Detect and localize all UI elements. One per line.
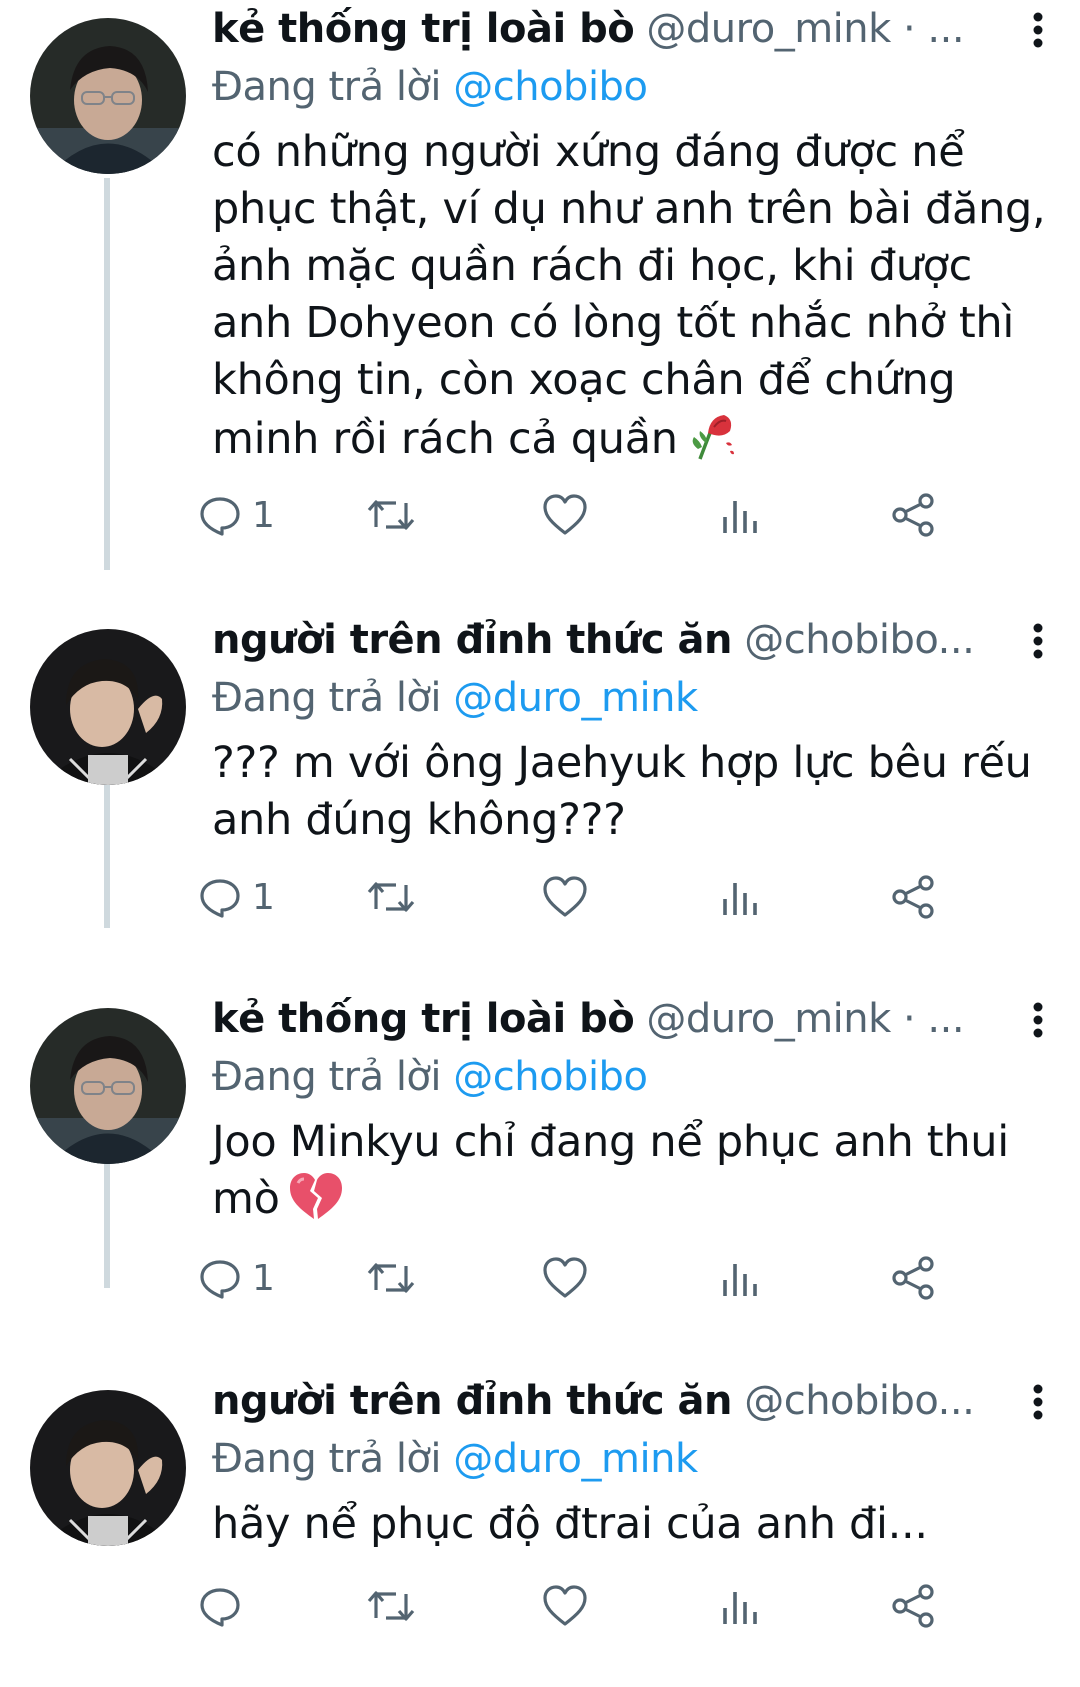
replying-to-label: Đang trả lời (212, 1054, 454, 1100)
reply-icon (200, 1260, 240, 1299)
avatar[interactable] (30, 629, 186, 785)
display-name[interactable]: người trên đỉnh thức ăn (212, 617, 732, 663)
reply-icon (200, 497, 240, 536)
tweet[interactable]: kẻ thống trị loài bò @duro_mink · ... Đa… (0, 0, 1080, 585)
views-icon (723, 501, 757, 533)
views-button[interactable] (720, 869, 760, 925)
tweet-actions (200, 1578, 1012, 1634)
user-handle[interactable]: @chobibo... (744, 617, 975, 663)
views-icon (723, 1592, 757, 1624)
replying-to-label: Đang trả lời (212, 675, 454, 721)
views-button[interactable] (720, 1250, 760, 1306)
retweet-icon (367, 882, 415, 912)
views-icon (723, 1264, 757, 1296)
avatar[interactable] (30, 18, 186, 174)
retweet-button[interactable] (366, 1578, 416, 1634)
retweet-button[interactable] (366, 869, 416, 925)
reply-button[interactable] (198, 1578, 252, 1634)
tweet-text-content: có những người xứng đáng được nể phục th… (212, 127, 1046, 464)
replying-to-handle[interactable]: @duro_mink (453, 675, 698, 721)
replying-to-handle[interactable]: @duro_mink (453, 1436, 698, 1482)
tweet[interactable]: người trên đỉnh thức ăn @chobibo... Đang… (0, 1372, 1080, 1687)
retweet-icon (367, 1591, 415, 1621)
more-options-icon[interactable] (1018, 10, 1058, 50)
share-icon (892, 493, 934, 537)
display-name[interactable]: kẻ thống trị loài bò (212, 6, 635, 52)
broken-heart-icon (288, 1171, 344, 1236)
reply-button[interactable]: 1 (198, 487, 275, 543)
retweet-button[interactable] (366, 487, 416, 543)
replying-to: Đang trả lời @chobibo (212, 58, 1052, 116)
reply-button[interactable]: 1 (198, 869, 275, 925)
display-name[interactable]: kẻ thống trị loài bò (212, 996, 635, 1042)
replying-to: Đang trả lời @duro_mink (212, 1430, 1052, 1488)
share-icon (892, 875, 934, 919)
reply-thread: kẻ thống trị loài bò @duro_mink · ... Đa… (0, 0, 1080, 1687)
tweet[interactable]: người trên đỉnh thức ăn @chobibo... Đang… (0, 611, 1080, 949)
like-icon (543, 876, 587, 917)
more-options-icon[interactable] (1018, 1382, 1058, 1422)
share-button[interactable] (890, 487, 936, 543)
replying-to: Đang trả lời @chobibo (212, 1048, 1052, 1106)
reply-count: 1 (252, 494, 275, 536)
like-icon (543, 1257, 587, 1298)
reply-icon (200, 879, 240, 918)
share-button[interactable] (890, 1250, 936, 1306)
tweet-text: ??? m với ông Jaehyuk hợp lực bêu rếu an… (212, 735, 1052, 849)
tweet-text-content: hãy nể phục độ đtrai của anh đi... (212, 1499, 928, 1549)
reply-button[interactable]: 1 (198, 1250, 275, 1306)
user-handle[interactable]: @chobibo... (744, 1378, 975, 1424)
retweet-icon (367, 500, 415, 530)
avatar[interactable] (30, 1390, 186, 1546)
share-button[interactable] (890, 1578, 936, 1634)
wilted-rose-icon (686, 409, 738, 476)
replying-to: Đang trả lời @duro_mink (212, 669, 1052, 727)
share-icon (892, 1584, 934, 1628)
tweet-actions: 1 (200, 1250, 1012, 1306)
avatar[interactable] (30, 1008, 186, 1164)
tweet-actions: 1 (200, 487, 1012, 543)
like-button[interactable] (542, 487, 588, 543)
retweet-button[interactable] (366, 1250, 416, 1306)
more-options-icon[interactable] (1018, 621, 1058, 661)
share-button[interactable] (890, 869, 936, 925)
like-icon (543, 1585, 587, 1626)
user-handle[interactable]: @duro_mink · ... (646, 6, 964, 52)
reply-count: 1 (252, 876, 275, 918)
replying-to-handle[interactable]: @chobibo (453, 64, 648, 110)
views-icon (723, 883, 757, 915)
like-button[interactable] (542, 1250, 588, 1306)
retweet-icon (367, 1263, 415, 1293)
like-button[interactable] (542, 1578, 588, 1634)
share-icon (892, 1256, 934, 1300)
tweet-text-content: ??? m với ông Jaehyuk hợp lực bêu rếu an… (212, 738, 1032, 845)
views-button[interactable] (720, 487, 760, 543)
more-options-icon[interactable] (1018, 1000, 1058, 1040)
replying-to-label: Đang trả lời (212, 64, 454, 110)
like-button[interactable] (542, 869, 588, 925)
views-button[interactable] (720, 1578, 760, 1634)
tweet-text: hãy nể phục độ đtrai của anh đi... (212, 1496, 1052, 1553)
replying-to-label: Đang trả lời (212, 1436, 454, 1482)
tweet-actions: 1 (200, 869, 1012, 925)
user-handle[interactable]: @duro_mink · ... (646, 996, 964, 1042)
tweet-text: Joo Minkyu chỉ đang nể phục anh thui mò (212, 1114, 1052, 1236)
tweet-text: có những người xứng đáng được nể phục th… (212, 124, 1052, 476)
tweet[interactable]: kẻ thống trị loài bò @duro_mink · ... Đa… (0, 990, 1080, 1330)
reply-icon (200, 1588, 240, 1627)
display-name[interactable]: người trên đỉnh thức ăn (212, 1378, 732, 1424)
like-icon (543, 494, 587, 535)
replying-to-handle[interactable]: @chobibo (453, 1054, 648, 1100)
reply-count: 1 (252, 1257, 275, 1299)
